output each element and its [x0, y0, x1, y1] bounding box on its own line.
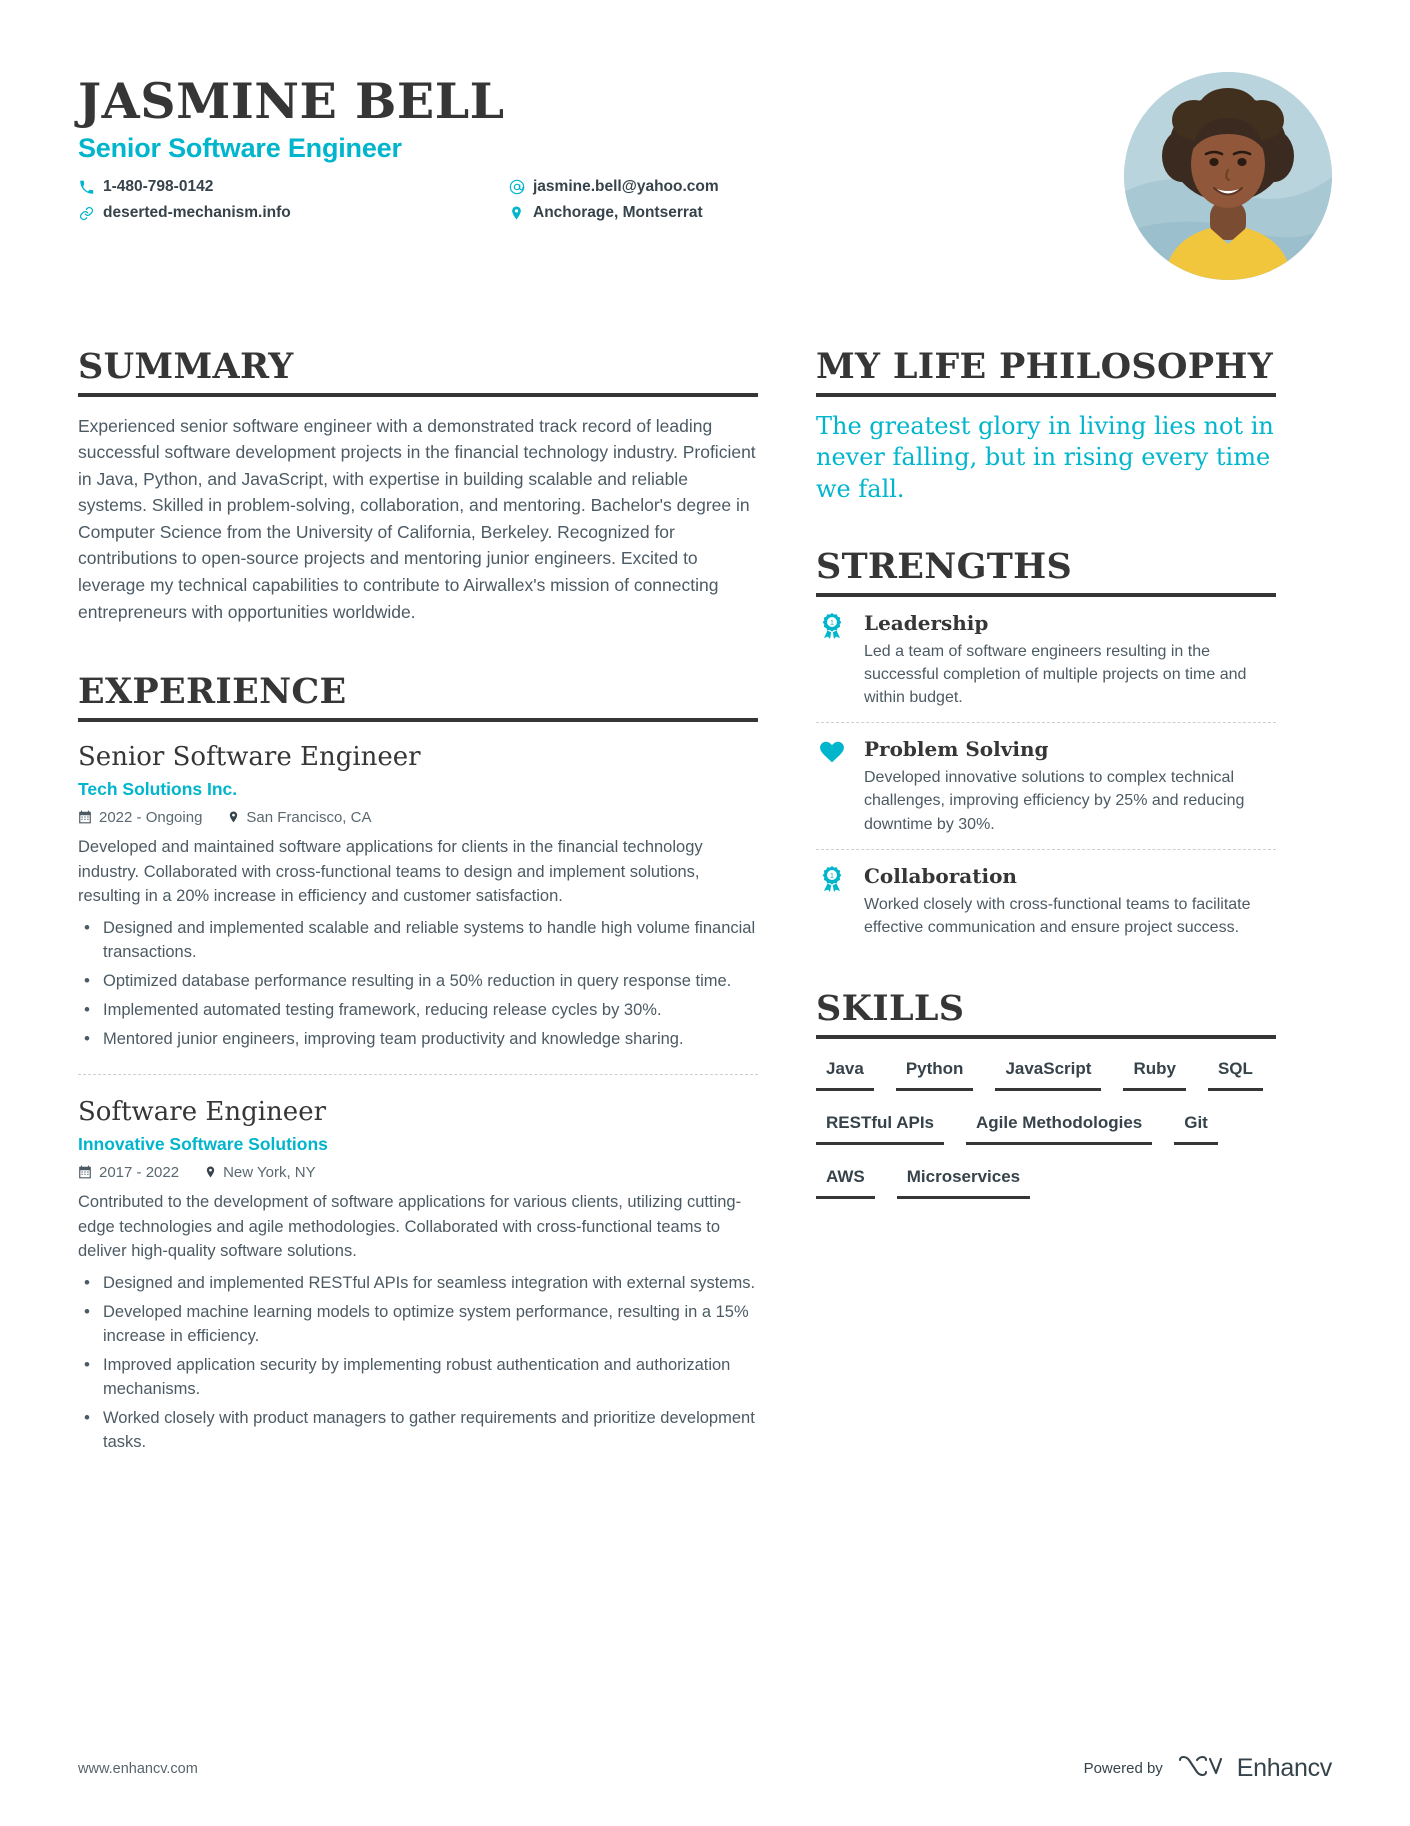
skills-list: Java Python JavaScript Ruby SQL RESTful … — [816, 1049, 1276, 1211]
resume-header: JASMINE BELL Senior Software Engineer 1-… — [78, 62, 1332, 280]
experience-bullet: Optimized database performance resulting… — [78, 969, 758, 994]
contact-website-text: deserted-mechanism.info — [103, 204, 291, 222]
skills-section: SKILLS Java Python JavaScript Ruby SQL R… — [816, 990, 1276, 1211]
philosophy-quote: The greatest glory in living lies not in… — [816, 411, 1274, 504]
strength-description: Worked closely with cross-functional tea… — [864, 895, 1251, 937]
experience-location-text: San Francisco, CA — [246, 808, 372, 826]
experience-company[interactable]: Tech Solutions Inc. — [78, 779, 758, 800]
footer-branding: Powered by Enhancv — [1083, 1753, 1333, 1784]
experience-dates: 2017 - 2022 — [78, 1164, 179, 1181]
skill-tag[interactable]: Microservices — [896, 1157, 1031, 1199]
strength-item: 1 Collaboration Worked closely with cros… — [816, 848, 1276, 952]
experience-bullets: Designed and implemented RESTful APIs fo… — [78, 1271, 758, 1455]
philosophy-heading: MY LIFE PHILOSOPHY — [816, 347, 1276, 397]
strength-description: Led a team of software engineers resulti… — [864, 642, 1247, 707]
right-column: MY LIFE PHILOSOPHY The greatest glory in… — [816, 347, 1276, 1460]
contact-location-text: Anchorage, Montserrat — [533, 204, 703, 222]
footer-url[interactable]: www.enhancv.com — [78, 1761, 198, 1777]
header-job-title: Senior Software Engineer — [78, 133, 402, 164]
strength-title: Problem Solving — [864, 737, 1049, 762]
skill-tag[interactable]: Git — [1174, 1103, 1218, 1145]
strength-item: Problem Solving Developed innovative sol… — [816, 722, 1276, 849]
experience-role: Software Engineer — [78, 1096, 327, 1127]
experience-bullet: Implemented automated testing framework,… — [78, 998, 758, 1023]
email-icon — [508, 179, 525, 195]
experience-dates-text: 2017 - 2022 — [99, 1163, 180, 1181]
calendar-icon — [78, 1165, 92, 1179]
experience-description: Developed and maintained software applic… — [78, 837, 703, 906]
page-footer: www.enhancv.com Powered by Enhancv — [78, 1753, 1332, 1784]
enhancv-logo-icon — [1177, 1753, 1223, 1784]
contact-phone-text: 1-480-798-0142 — [103, 178, 214, 196]
avatar — [1124, 72, 1332, 280]
skill-tag[interactable]: SQL — [1207, 1049, 1263, 1091]
experience-bullets: Designed and implemented scalable and re… — [78, 916, 758, 1052]
strength-description: Developed innovative solutions to comple… — [864, 769, 1245, 833]
resume-columns: SUMMARY Experienced senior software engi… — [78, 347, 1332, 1460]
calendar-icon — [78, 810, 92, 824]
link-icon — [78, 206, 95, 221]
contact-email-text: jasmine.bell@yahoo.com — [533, 178, 719, 196]
philosophy-section: MY LIFE PHILOSOPHY The greatest glory in… — [816, 347, 1276, 506]
left-column: SUMMARY Experienced senior software engi… — [78, 347, 758, 1460]
phone-icon — [78, 180, 95, 195]
contact-phone[interactable]: 1-480-798-0142 — [78, 178, 508, 196]
location-pin-icon — [228, 810, 239, 824]
experience-bullet: Designed and implemented scalable and re… — [78, 916, 758, 965]
skill-tag[interactable]: Python — [895, 1049, 974, 1091]
experience-role: Senior Software Engineer — [78, 741, 421, 772]
experience-location: New York, NY — [205, 1164, 316, 1181]
contact-website[interactable]: deserted-mechanism.info — [78, 204, 508, 222]
experience-location-text: New York, NY — [223, 1163, 316, 1181]
strengths-heading: STRENGTHS — [816, 548, 1276, 597]
svg-text:1: 1 — [830, 873, 834, 880]
experience-meta: 2017 - 2022 New York, NY — [78, 1164, 758, 1181]
summary-heading: SUMMARY — [78, 347, 758, 397]
svg-text:1: 1 — [830, 620, 834, 627]
experience-item: Software Engineer Innovative Software So… — [78, 1073, 758, 1455]
experience-company[interactable]: Innovative Software Solutions — [78, 1134, 758, 1155]
skill-tag[interactable]: JavaScript — [995, 1049, 1102, 1091]
experience-dates-text: 2022 - Ongoing — [99, 808, 203, 826]
summary-text: Experienced senior software engineer wit… — [78, 415, 756, 622]
award-ribbon-icon: 1 — [816, 611, 848, 710]
experience-section: EXPERIENCE Senior Software Engineer Tech… — [78, 673, 758, 1454]
experience-location: San Francisco, CA — [228, 809, 371, 826]
strength-title: Collaboration — [864, 863, 1017, 888]
experience-description: Contributed to the development of softwa… — [78, 1192, 742, 1261]
experience-bullet: Mentored junior engineers, improving tea… — [78, 1027, 758, 1052]
strengths-section: STRENGTHS 1 Leadership Led a team of sof… — [816, 548, 1276, 952]
experience-meta: 2022 - Ongoing San Francisco, CA — [78, 809, 758, 826]
skill-tag[interactable]: AWS — [816, 1157, 875, 1199]
strength-item: 1 Leadership Led a team of software engi… — [816, 597, 1276, 723]
heart-icon — [816, 737, 848, 836]
summary-section: SUMMARY Experienced senior software engi… — [78, 347, 758, 625]
skill-tag[interactable]: Java — [816, 1049, 874, 1091]
location-pin-icon — [508, 205, 525, 221]
experience-bullet: Developed machine learning models to opt… — [78, 1300, 758, 1349]
experience-bullet: Improved application security by impleme… — [78, 1353, 758, 1402]
enhancv-brand-text: Enhancv — [1236, 1754, 1333, 1782]
skill-tag[interactable]: Ruby — [1123, 1049, 1186, 1091]
contact-list: 1-480-798-0142 jasmine.bell@yahoo.com de… — [78, 178, 1124, 222]
header-text-block: JASMINE BELL Senior Software Engineer 1-… — [78, 62, 1124, 222]
page-title: JASMINE BELL — [78, 72, 505, 130]
experience-bullet: Worked closely with product managers to … — [78, 1406, 758, 1455]
location-pin-icon — [205, 1165, 216, 1179]
experience-heading: EXPERIENCE — [78, 673, 758, 722]
strength-title: Leadership — [864, 610, 989, 635]
resume-page: JASMINE BELL Senior Software Engineer 1-… — [0, 0, 1410, 1826]
skills-heading: SKILLS — [816, 990, 1276, 1039]
contact-email[interactable]: jasmine.bell@yahoo.com — [508, 178, 1124, 196]
experience-item: Senior Software Engineer Tech Solutions … — [78, 738, 758, 1052]
award-ribbon-icon: 1 — [816, 864, 848, 939]
experience-dates: 2022 - Ongoing — [78, 809, 202, 826]
contact-location[interactable]: Anchorage, Montserrat — [508, 204, 1124, 222]
skill-tag[interactable]: RESTful APIs — [816, 1103, 944, 1145]
powered-by-label: Powered by — [1083, 1760, 1163, 1777]
experience-bullet: Designed and implemented RESTful APIs fo… — [78, 1271, 758, 1296]
skill-tag[interactable]: Agile Methodologies — [966, 1103, 1153, 1145]
